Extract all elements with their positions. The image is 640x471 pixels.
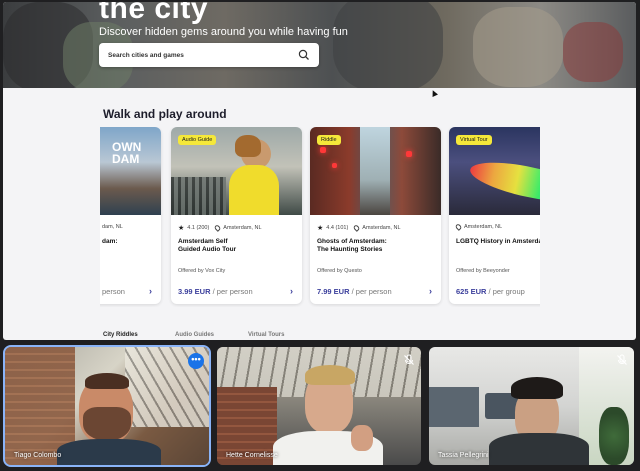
card-price-unit: / per person <box>351 287 392 296</box>
chevron-right-icon[interactable]: › <box>290 286 293 296</box>
search-input[interactable] <box>99 43 279 67</box>
card-rating: 4.1 (200) <box>187 225 210 231</box>
card-offered-by: Offered by Beeyonder <box>456 268 510 274</box>
card-meta: ★ 4.4 (101) Amsterdam, NL <box>317 224 401 232</box>
card-badge: Riddle <box>317 135 341 145</box>
tab-virtual-tours[interactable]: Virtual Tours <box>248 332 284 338</box>
tour-card[interactable]: Audio Guide ★ 4.1 (200) Amsterdam, NL Am… <box>171 127 302 304</box>
card-rating: 4.4 (101) <box>326 225 349 231</box>
card-location: dam, NL <box>102 224 123 230</box>
card-location: Amsterdam, NL <box>223 225 262 231</box>
search-icon[interactable] <box>298 49 310 61</box>
card-location: Amsterdam, NL <box>362 225 401 231</box>
participant-name: Tassia Pellegrini <box>438 452 489 459</box>
participant-name: Hette Cornelisse <box>226 452 278 459</box>
card-image: OWN DAM <box>100 127 161 215</box>
card-price-unit: / per group <box>488 287 525 296</box>
card-price: person <box>102 287 125 296</box>
card-badge: Audio Guide <box>178 135 217 145</box>
card-offered-by: Offered by Questo <box>317 268 362 274</box>
card-price-unit: / per person <box>212 287 253 296</box>
card-price: 7.99 EUR / per person <box>317 287 392 296</box>
card-image: Audio Guide <box>171 127 302 215</box>
mic-off-icon <box>404 354 414 365</box>
hero-banner: the city Discover hidden gems around you… <box>3 2 636 88</box>
card-badge: Virtual Tour <box>456 135 492 145</box>
more-options-button[interactable]: ••• <box>188 353 204 369</box>
tour-card[interactable]: Riddle ★ 4.4 (101) Amsterdam, NL Ghosts … <box>310 127 441 304</box>
star-icon: ★ <box>178 225 185 232</box>
tour-card[interactable]: Virtual Tour Amsterdam, NL LGBTQ History… <box>449 127 540 304</box>
card-title: Amsterdam Self Guided Audio Tour <box>178 238 237 253</box>
location-pin-icon <box>352 224 361 232</box>
participant-tile[interactable]: Tassia Pellegrini <box>429 347 634 465</box>
tab-city-riddles[interactable]: City Riddles <box>103 332 138 338</box>
card-price: 3.99 EUR / per person <box>178 287 253 296</box>
card-price: 625 EUR / per group <box>456 287 525 296</box>
meeting-window: the city Discover hidden gems around you… <box>0 0 640 471</box>
card-carousel: OWN DAM dam, NL dam: person › Audio Guid… <box>100 127 540 307</box>
hero-title: the city <box>99 2 209 25</box>
hero-subtitle: Discover hidden gems around you while ha… <box>99 26 348 38</box>
mic-off-icon <box>617 354 627 365</box>
card-title: LGBTQ History in Amsterda <box>456 238 540 245</box>
tab-audio-guides[interactable]: Audio Guides <box>175 332 214 338</box>
card-price-unit: person <box>102 287 125 296</box>
card-image-text: OWN DAM <box>112 140 142 166</box>
card-price-amount: 3.99 EUR <box>178 287 211 296</box>
section-title: Walk and play around <box>103 107 227 121</box>
participant-tile[interactable]: Hette Cornelisse <box>217 347 421 465</box>
card-title: dam: <box>102 238 118 245</box>
tour-card[interactable]: OWN DAM dam, NL dam: person › <box>100 127 161 304</box>
card-meta: ★ 4.1 (200) Amsterdam, NL <box>178 224 262 232</box>
location-pin-icon <box>213 224 222 232</box>
card-title: Ghosts of Amsterdam: The Haunting Storie… <box>317 238 387 253</box>
search-box[interactable] <box>99 43 319 67</box>
chevron-right-icon[interactable]: › <box>149 286 152 296</box>
category-tabs: City Riddles Audio Guides Virtual Tours <box>103 332 503 340</box>
shared-screen: the city Discover hidden gems around you… <box>3 2 636 340</box>
participant-tile[interactable]: ••• Tiago Colombo <box>3 345 211 467</box>
location-pin-icon <box>454 223 463 231</box>
mouse-cursor <box>430 89 438 97</box>
card-price-amount: 625 EUR <box>456 287 487 296</box>
card-price-amount: 7.99 EUR <box>317 287 350 296</box>
star-icon: ★ <box>317 225 324 232</box>
chevron-right-icon[interactable]: › <box>429 286 432 296</box>
card-image: Riddle <box>310 127 441 215</box>
card-meta: Amsterdam, NL <box>454 223 503 231</box>
card-location: Amsterdam, NL <box>464 224 503 230</box>
card-image: Virtual Tour <box>449 127 540 215</box>
participant-name: Tiago Colombo <box>14 452 62 459</box>
card-meta: dam, NL <box>102 224 123 230</box>
card-offered-by: Offered by Vox City <box>178 268 226 274</box>
